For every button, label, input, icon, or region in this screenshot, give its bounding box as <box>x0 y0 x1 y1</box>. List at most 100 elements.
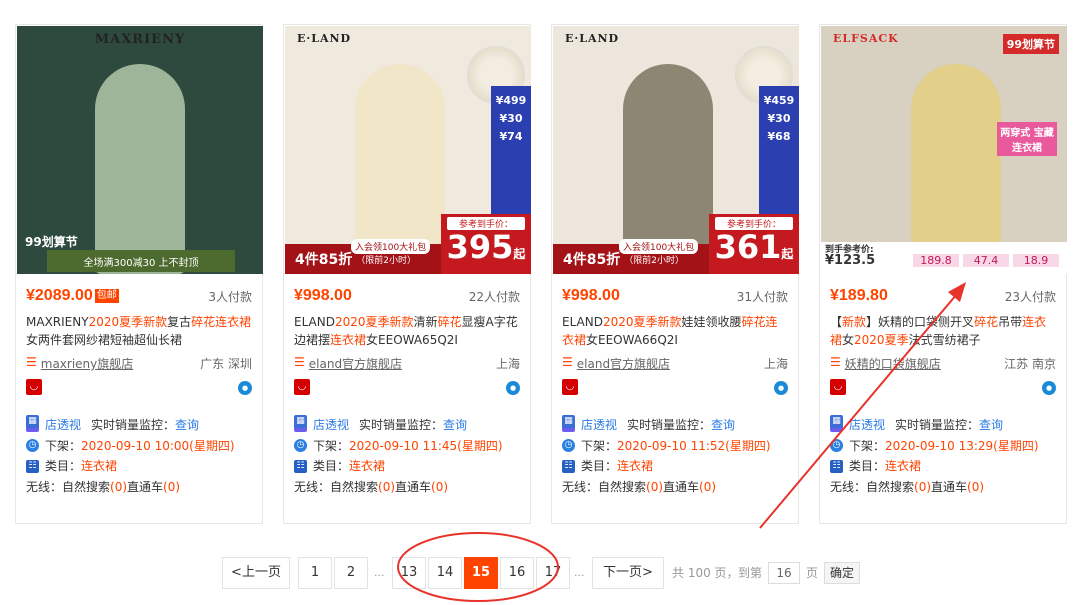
category-value: 连衣裙 <box>349 459 386 473</box>
tmall-icon[interactable]: ◡ <box>26 379 42 395</box>
badge-row: ◡ ● <box>26 379 252 397</box>
category-value: 连衣裙 <box>885 459 922 473</box>
realtime-sales-label: 实时销量监控： <box>895 418 980 432</box>
wireless-line: ▦ 无线： 自然搜索 (0) 直通车 (0) <box>830 415 1060 498</box>
next-page-button[interactable]: 下一页> <box>592 557 664 589</box>
prev-page-button[interactable]: <上一页 <box>222 557 290 589</box>
category-label: 类目： <box>313 459 350 473</box>
through-train-label: 直通车 <box>931 479 968 494</box>
product-title[interactable]: 【新款】妖精的口袋侧开叉碎花吊带连衣裙女2020夏季法式雪纺裙子 <box>830 313 1056 349</box>
tmall-icon[interactable]: ◡ <box>830 379 846 395</box>
through-train-label: 直通车 <box>127 479 164 494</box>
product-image[interactable]: E·LAND ¥499 ¥30 ¥74 4件85折 （限前2小时） 入会领100大礼包 参考到… <box>285 26 531 274</box>
shop-row: ☰ eland官方旗舰店 上海 <box>294 355 520 372</box>
through-train-count: (0) <box>699 479 717 494</box>
page-2-button[interactable]: 2 <box>334 557 368 589</box>
query-link[interactable]: 查询 <box>711 415 735 436</box>
product-title[interactable]: MAXRIENY2020夏季新款复古碎花连衣裙女两件套网纱裙短袖超仙长裙 <box>26 313 252 349</box>
shop-link[interactable]: eland官方旗舰店 <box>309 355 402 372</box>
goto-label: 到第 <box>738 566 763 580</box>
service-icon[interactable]: ● <box>238 381 252 395</box>
badge-row: ◡ ● <box>830 379 1056 397</box>
product-card[interactable]: MAXRIENY 99划算节 全场满300减30 上不封顶 ¥2089.00 包邮 3人付… <box>15 24 263 524</box>
title-segment: 2020夏季新款 <box>88 315 168 329</box>
price-row: ¥998.00 22人付款 <box>294 287 520 305</box>
query-link[interactable]: 查询 <box>175 415 199 436</box>
clock-icon: ◷ <box>562 439 575 453</box>
breakdown-price: 47.4 <box>963 254 1009 267</box>
page-17-button[interactable]: 17 <box>536 557 570 589</box>
page-13-button[interactable]: 13 <box>392 557 426 589</box>
product-card[interactable]: E·LAND ¥459 ¥30 ¥68 4件85折 （限前2小时） 入会领100大礼包 参考到… <box>551 24 799 524</box>
natural-search-count: (0) <box>110 479 128 494</box>
tmall-icon[interactable]: ◡ <box>294 379 310 395</box>
product-title[interactable]: ELAND2020夏季新款清新碎花显瘦A字花边裙摆连衣裙女EEOWA65Q2I <box>294 313 520 349</box>
brand-logo: MAXRIENY <box>94 32 186 47</box>
tmall-icon[interactable]: ◡ <box>562 379 578 395</box>
side-tag-value: ¥74 <box>499 130 523 143</box>
title-segment: 碎花 <box>974 315 999 329</box>
reference-price-unit: 起 <box>513 247 526 261</box>
title-segment: MAXRIENY <box>26 315 89 329</box>
title-segment: 】妖精的口袋 <box>866 315 939 329</box>
pagination-ellipsis: ... <box>374 566 385 579</box>
store-insight-link[interactable]: 店透视 <box>581 415 617 436</box>
title-segment: 女EEOWA65Q2I <box>366 333 458 347</box>
wireless-icon: ▦ <box>294 415 307 428</box>
product-price: ¥189.80 <box>830 287 888 304</box>
product-info: ◩店透视实时销量监控：查询 ◷ 下架：2020-09-10 10:00(星期四) ☷ 类… <box>26 415 256 497</box>
query-link[interactable]: 查询 <box>979 415 1003 436</box>
shop-link[interactable]: 妖精的口袋旗舰店 <box>845 355 941 372</box>
product-image[interactable]: ELFSACK 99划算节 两穿式 宝藏连衣裙 到手参考价: ¥123.5 189.8 47… <box>821 26 1067 274</box>
shop-row: ☰ maxrieny旗舰店 广东 深圳 <box>26 355 252 372</box>
event-logo: 99划算节 <box>25 235 78 249</box>
store-insight-link[interactable]: 店透视 <box>45 415 81 436</box>
through-train-label: 直通车 <box>395 479 432 494</box>
natural-search-count: (0) <box>646 479 664 494</box>
title-segment: 侧开叉 <box>938 315 975 329</box>
page-14-button[interactable]: 14 <box>428 557 462 589</box>
shop-link[interactable]: maxrieny旗舰店 <box>41 355 134 372</box>
page-1-button[interactable]: 1 <box>298 557 332 589</box>
category-label: 类目： <box>849 459 886 473</box>
natural-search-label: 自然搜索 <box>598 479 647 494</box>
product-image[interactable]: E·LAND ¥459 ¥30 ¥68 4件85折 （限前2小时） 入会领100大礼包 参考到… <box>553 26 799 274</box>
realtime-sales-label: 实时销量监控： <box>627 418 712 432</box>
service-icon[interactable]: ● <box>506 381 520 395</box>
title-segment: 清新 <box>413 315 438 329</box>
through-train-count: (0) <box>967 479 985 494</box>
query-link[interactable]: 查询 <box>443 415 467 436</box>
shop-icon: ☰ <box>830 355 841 369</box>
wireless-line: ▦ 无线： 自然搜索 (0) 直通车 (0) <box>26 415 256 498</box>
free-shipping-badge: 包邮 <box>94 289 119 303</box>
store-insight-link[interactable]: 店透视 <box>849 415 885 436</box>
title-segment: 碎花连衣裙 <box>191 315 252 329</box>
product-card[interactable]: ELFSACK 99划算节 两穿式 宝藏连衣裙 到手参考价: ¥123.5 189.8 47… <box>819 24 1067 524</box>
price-row: ¥189.80 23人付款 <box>830 287 1056 305</box>
page-15-button[interactable]: 15 <box>464 557 498 589</box>
shop-location: 江苏 南京 <box>1004 357 1056 371</box>
total-pages-text: 共 100 页， <box>672 566 739 580</box>
title-segment: 女EEOWA66Q2I <box>586 333 678 347</box>
shop-link[interactable]: eland官方旗舰店 <box>577 355 670 372</box>
service-icon[interactable]: ● <box>1042 381 1056 395</box>
vip-gift-tag: 入会领100大礼包 <box>619 239 699 254</box>
listed-label: 下架： <box>581 438 618 453</box>
goto-page-input[interactable]: 16 <box>768 562 800 584</box>
store-insight-link[interactable]: 店透视 <box>313 415 349 436</box>
natural-search-label: 自然搜索 <box>62 479 111 494</box>
confirm-button[interactable]: 确定 <box>824 562 860 584</box>
store-insight-line: ◩店透视实时销量监控：查询 <box>26 415 256 436</box>
badge-row: ◡ ● <box>294 379 520 397</box>
product-image[interactable]: MAXRIENY 99划算节 全场满300减30 上不封顶 <box>17 26 263 274</box>
service-icon[interactable]: ● <box>774 381 788 395</box>
product-card[interactable]: E·LAND ¥499 ¥30 ¥74 4件85折 （限前2小时） 入会领100大礼包 参考到… <box>283 24 531 524</box>
title-segment: 碎花 <box>437 315 462 329</box>
store-insight-line: ◩店透视实时销量监控：查询 <box>562 415 792 436</box>
price-row: ¥2089.00 包邮 3人付款 <box>26 287 252 305</box>
page-16-button[interactable]: 16 <box>500 557 534 589</box>
category-line: ☷ 类目： 连衣裙 <box>26 456 256 477</box>
sales-count: 23人付款 <box>1004 289 1056 304</box>
product-title[interactable]: ELAND2020夏季新款娃娃领收腰碎花连衣裙女EEOWA66Q2I <box>562 313 788 349</box>
listed-time-line: ◷ 下架： 2020-09-10 11:45(星期四) <box>294 436 524 457</box>
